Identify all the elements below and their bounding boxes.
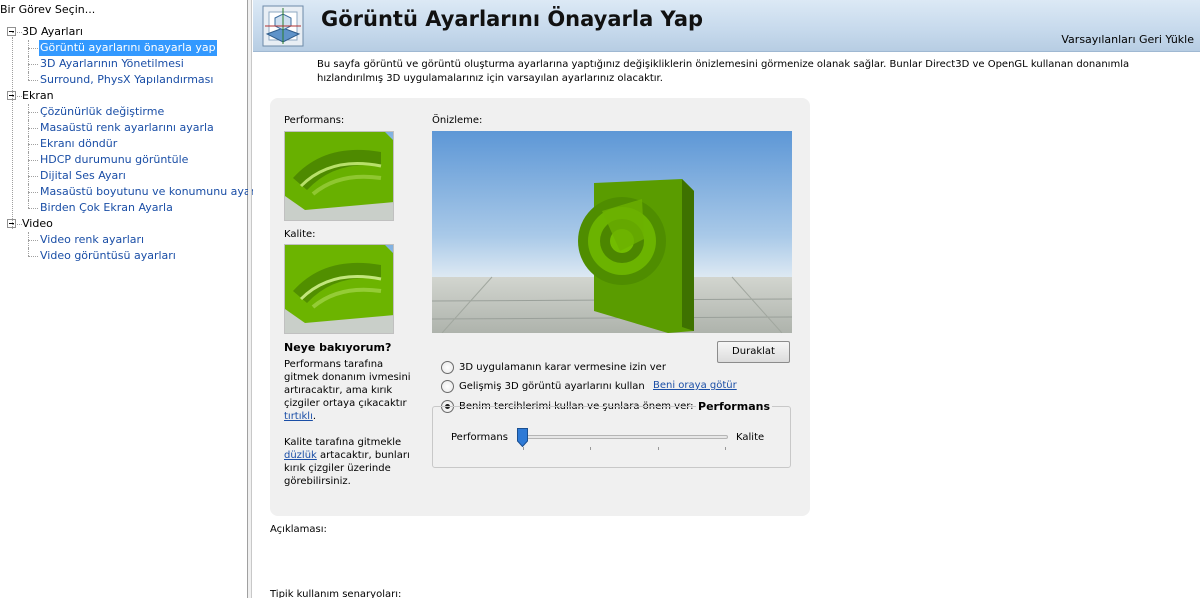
quality-thumb-label: Kalite: <box>284 229 316 240</box>
tree-line <box>28 64 38 65</box>
tree-item[interactable]: Masaüstü boyutunu ve konumunu ayarla <box>0 184 265 200</box>
what-am-i-looking-at-title: Neye bakıyorum? <box>284 341 392 354</box>
tree-line <box>12 96 22 97</box>
option-app-decide-label: 3D uygulamanın karar vermesine izin ver <box>459 362 666 373</box>
tree-group-label: 3D Ayarları <box>22 25 83 38</box>
tree-item[interactable]: Video görüntüsü ayarları <box>0 248 246 264</box>
page-title: Görüntü Ayarlarını Önayarla Yap <box>321 7 704 31</box>
tree-line <box>28 48 38 49</box>
quality-description-text: Kalite tarafına gitmekle <box>284 437 402 448</box>
tree-group[interactable]: Ekran <box>0 88 246 104</box>
tree-item[interactable]: Masaüstü renk ayarlarını ayarla <box>0 120 246 136</box>
preference-slider-group: Performans Performans Kalite <box>432 400 791 468</box>
take-me-there-link[interactable]: Beni oraya götür <box>653 380 737 391</box>
task-tree-title: Bir Görev Seçin... <box>0 3 96 16</box>
tree-line <box>28 144 38 145</box>
tree-line <box>28 112 38 113</box>
pause-button[interactable]: Duraklat <box>717 341 790 363</box>
tree-group[interactable]: Video <box>0 216 246 232</box>
tree-item[interactable]: Görüntü ayarlarını önayarla yap <box>0 40 246 56</box>
usage-scenarios-label: Tipik kullanım senaryoları: <box>270 589 402 598</box>
slider-tick <box>523 447 524 450</box>
tree-item-label[interactable]: Görüntü ayarlarını önayarla yap <box>39 40 217 56</box>
preview-viewport <box>432 131 792 333</box>
preview-label: Önizleme: <box>432 115 483 126</box>
tree-line <box>12 32 22 33</box>
task-tree-panel: Bir Görev Seçin... 3D Ayarları Görüntü ay… <box>0 0 265 598</box>
slider-tick <box>725 447 726 450</box>
tree-line <box>28 80 38 81</box>
quality-description: Kalite tarafına gitmekle düzlük artacakt… <box>284 436 412 488</box>
preference-current-value: Performans <box>696 400 772 413</box>
3d-settings-icon <box>262 5 304 47</box>
tree-item-label[interactable]: Masaüstü renk ayarlarını ayarla <box>39 120 215 136</box>
slider-tick <box>657 447 659 450</box>
tree-group[interactable]: 3D Ayarları <box>0 24 246 40</box>
performance-description-end: . <box>312 411 317 422</box>
smoothness-link[interactable]: düzlük <box>284 450 317 461</box>
quality-thumbnail <box>284 244 394 334</box>
task-tree: 3D Ayarları Görüntü ayarlarını önayarla y… <box>0 24 265 264</box>
tree-item[interactable]: Birden Çok Ekran Ayarla <box>0 200 246 216</box>
tree-line <box>28 240 38 241</box>
tree-item-label[interactable]: Birden Çok Ekran Ayarla <box>39 200 174 216</box>
preset-settings-panel: Performans: Kalite: Önizleme: Neye bakıy… <box>270 98 810 516</box>
tree-line <box>28 248 29 256</box>
tree-item-label[interactable]: Dijital Ses Ayarı <box>39 168 127 184</box>
tree-item-label[interactable]: Çözünürlük değiştirme <box>39 104 165 120</box>
tree-item-label[interactable]: Video renk ayarları <box>39 232 145 248</box>
tree-item-label[interactable]: Ekranı döndür <box>39 136 118 152</box>
intro-text: Bu sayfa görüntü ve görüntü oluşturma ay… <box>317 59 1130 84</box>
quality-slider-thumb[interactable] <box>517 428 528 447</box>
option-advanced-label: Gelişmiş 3D görüntü ayarlarını kullan <box>459 381 645 392</box>
tree-item[interactable]: Video renk ayarları <box>0 232 246 248</box>
tree-item[interactable]: Çözünürlük değiştirme <box>0 104 246 120</box>
tree-group-label: Ekran <box>22 89 54 102</box>
tree-line <box>28 256 38 257</box>
tree-line <box>28 72 29 80</box>
tree-line <box>28 160 38 161</box>
tree-item-label[interactable]: 3D Ayarlarının Yönetilmesi <box>39 56 185 72</box>
tree-item[interactable]: Dijital Ses Ayarı <box>0 168 246 184</box>
performance-description-text: Performans tarafına gitmek donanım ivmes… <box>284 359 411 409</box>
tree-line <box>12 224 22 225</box>
slider-quality-label: Kalite <box>736 432 765 443</box>
tree-item[interactable]: HDCP durumunu görüntüle <box>0 152 246 168</box>
tree-item-label[interactable]: Surround, PhysX Yapılandırması <box>39 72 214 88</box>
tree-line <box>28 208 38 209</box>
tree-item-label[interactable]: Video görüntüsü ayarları <box>39 248 177 264</box>
tree-item-label[interactable]: HDCP durumunu görüntüle <box>39 152 189 168</box>
tree-line <box>28 176 38 177</box>
tree-line <box>28 192 38 193</box>
slider-performance-label: Performans <box>451 432 508 443</box>
tree-item[interactable]: 3D Ayarlarının Yönetilmesi <box>0 56 246 72</box>
page-header: Görüntü Ayarlarını Önayarla Yap Varsayıl… <box>253 0 1200 52</box>
tree-trunk-line <box>12 37 13 229</box>
slider-tick <box>590 447 592 450</box>
jagged-link[interactable]: tırtıklı <box>284 411 313 422</box>
panel-splitter[interactable] <box>248 0 252 598</box>
performance-thumbnail <box>284 131 394 221</box>
performance-description: Performans tarafına gitmek donanım ivmes… <box>284 358 412 423</box>
description-label: Açıklaması: <box>270 524 327 535</box>
restore-defaults-button[interactable]: Varsayılanları Geri Yükle <box>1061 33 1194 46</box>
radio-app-decide[interactable] <box>441 361 454 374</box>
tree-item-label[interactable]: Masaüstü boyutunu ve konumunu ayarla <box>39 184 266 200</box>
tree-group-label: Video <box>22 217 53 230</box>
tree-line <box>28 200 29 208</box>
performance-thumb-label: Performans: <box>284 115 345 126</box>
quality-slider-track[interactable] <box>520 435 728 439</box>
tree-line <box>28 128 38 129</box>
radio-advanced[interactable] <box>441 380 454 393</box>
tree-item[interactable]: Surround, PhysX Yapılandırması <box>0 72 246 88</box>
tree-item[interactable]: Ekranı döndür <box>0 136 246 152</box>
main-content: Görüntü Ayarlarını Önayarla Yap Varsayıl… <box>253 0 1200 598</box>
